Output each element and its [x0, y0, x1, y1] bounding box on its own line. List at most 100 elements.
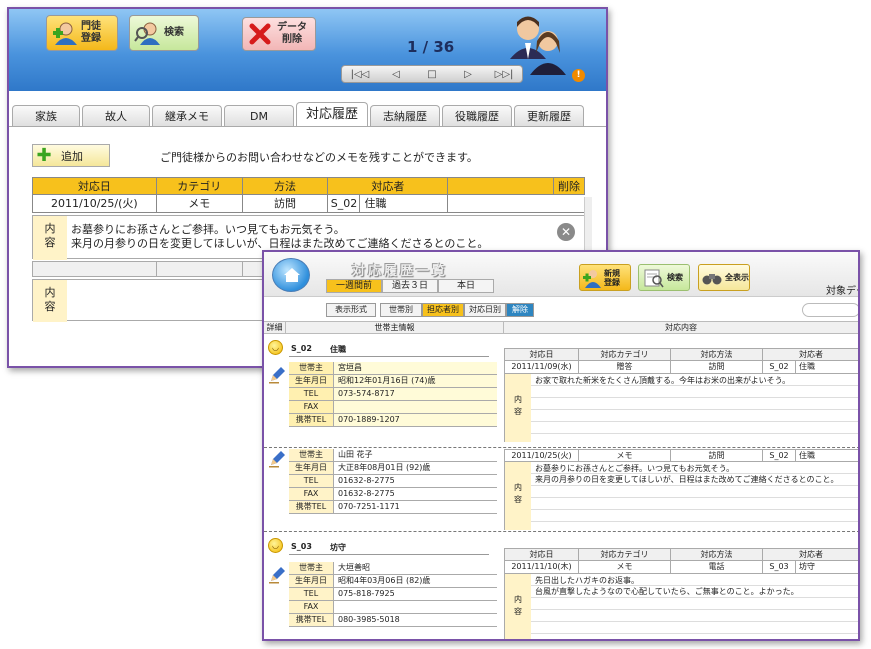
cell-date[interactable]: 2011/10/25/(火) — [33, 195, 157, 212]
staff-code: S_03 — [291, 542, 312, 551]
stop-button[interactable]: □ — [417, 69, 447, 80]
info-label: 生年月日 — [289, 375, 334, 387]
birth-date: 昭和12年01月16日 (74)歳 — [338, 376, 436, 385]
next-record-button[interactable]: ▷ — [453, 69, 483, 80]
col-detail: 詳細 — [264, 322, 286, 333]
table-row[interactable]: 2011/10/25/(火) メモ 訪問 S_02 住職 — [32, 195, 585, 213]
search-button[interactable]: 検索 — [638, 264, 690, 291]
content-line: 来月の月参りの日を変更してほしいが、日程はまた改めてご連絡くださるとのこと。 — [71, 237, 489, 250]
range-today[interactable]: 本日 — [438, 279, 494, 293]
search-list-icon — [644, 269, 664, 287]
clear-filter-button[interactable]: 解除 — [506, 303, 534, 317]
delete-x-icon — [249, 23, 271, 45]
staff-code: S_02 — [291, 344, 312, 353]
add-button-label: 追加 — [61, 149, 83, 163]
response-record[interactable]: 対応日 対応カテゴリ 対応方法 対応者 2011/11/10(木) メモ 電話 … — [504, 548, 858, 639]
filter-by-date[interactable]: 対応日別 — [464, 303, 506, 317]
info-label: 世帯主 — [289, 562, 334, 574]
warning-icon[interactable]: ! — [572, 69, 585, 82]
filter-by-household[interactable]: 世帯別 — [380, 303, 422, 317]
filter-by-staff[interactable]: 担応者別 — [422, 303, 464, 317]
divider — [289, 356, 489, 357]
household-info[interactable]: 世帯主 山田 花子 生年月日 大正8年08月01日 (92)歳 TEL 01632-8… — [289, 449, 497, 514]
tab-inheritance-memo[interactable]: 継承メモ — [152, 105, 222, 127]
content-label: 内 容 — [505, 374, 531, 442]
cell-staff[interactable]: S_02 住職 — [328, 195, 449, 212]
household-name: 大垣善昭 — [338, 563, 370, 572]
add-button[interactable]: ✚ 追加 — [32, 144, 110, 167]
household-info[interactable]: 世帯主 宮垣昌 生年月日 昭和12年01月16日 (74)歳 TEL 073-574-… — [289, 362, 497, 427]
col-method: 方法 — [243, 178, 329, 194]
add-person-icon — [53, 22, 77, 45]
new-register-label: 新規 登録 — [604, 268, 620, 287]
content-label-char-1: 内 — [514, 483, 522, 492]
response-record[interactable]: 対応日 対応カテゴリ 対応方法 対応者 2011/11/09(水) 贈答 訪問 … — [504, 348, 858, 442]
show-all-label: 全表示 — [725, 273, 749, 282]
content-label-char-2: 容 — [514, 495, 522, 504]
tab-donation-history[interactable]: 志納履歴 — [370, 105, 440, 127]
tab-response-history[interactable]: 対応履歴 — [296, 102, 368, 127]
window-header: 対応履歴一覧 一週間前 過去３日 本日 新規 登録 検索 全表示 対象デ — [264, 252, 858, 297]
resp-category: メモ — [579, 561, 671, 573]
content-label: 内 容 — [33, 280, 67, 322]
member-register-button[interactable]: 門徒 登録 — [46, 15, 118, 51]
new-register-button[interactable]: 新規 登録 — [579, 264, 631, 291]
response-content[interactable]: 内 容 先日出したハガキのお返事。 台風が直撃したようなので心配していたら、ご無… — [504, 574, 858, 639]
home-icon[interactable] — [272, 258, 310, 292]
tab-dm[interactable]: DM — [224, 105, 294, 127]
close-icon[interactable]: ✕ — [557, 223, 575, 241]
content-line: お家で取れた新米をたくさん頂戴する。今年はお米の出来がよいそう。 — [535, 376, 791, 385]
content-label-char-2: 容 — [514, 607, 522, 616]
record-navigator: |◁◁ ◁ □ ▷ ▷▷| — [341, 65, 523, 83]
response-content[interactable]: 内 容 お墓参りにお孫さんとご参拝。いつ見てもお元気そう。 来月の月参りの日を変… — [504, 462, 858, 530]
edit-pencil-icon[interactable] — [268, 450, 286, 468]
edit-pencil-icon[interactable] — [268, 366, 286, 384]
staff-role: 住職 — [330, 345, 346, 354]
content-label: 内 容 — [505, 462, 531, 530]
col-blank — [448, 178, 555, 194]
search-input[interactable] — [802, 303, 858, 317]
household-info[interactable]: 世帯主 大垣善昭 生年月日 昭和4年03月06日 (82)歳 TEL 075-818-… — [289, 562, 497, 627]
content-label-char-1: 内 — [44, 222, 56, 235]
resp-staff-role: 坊守 — [799, 562, 815, 571]
fax — [334, 401, 497, 413]
tab-description: ご門徒様からのお問い合わせなどのメモを残すことができます。 — [160, 151, 478, 164]
staff-code: S_02 — [328, 195, 361, 212]
first-record-button[interactable]: |◁◁ — [345, 69, 375, 80]
response-row[interactable]: 2011/11/09(水) 贈答 訪問 S_02 住職 — [504, 361, 858, 374]
plus-icon: ✚ — [36, 145, 52, 166]
tab-family[interactable]: 家族 — [12, 105, 80, 127]
delete-data-button[interactable]: データ 削除 — [242, 17, 316, 51]
resp-col-category: 対応カテゴリ — [579, 349, 671, 360]
info-label: 世帯主 — [289, 362, 334, 374]
search-button[interactable]: 検索 — [129, 15, 199, 51]
show-all-button[interactable]: 全表示 — [698, 264, 750, 291]
col-response: 対応内容 — [665, 323, 697, 332]
tab-deceased[interactable]: 故人 — [82, 105, 150, 127]
range-one-week[interactable]: 一週間前 — [326, 279, 382, 293]
fax: 01632-8-2775 — [338, 489, 395, 498]
staff-role: 住職 — [364, 197, 387, 210]
content-text[interactable]: お墓参りにお孫さんとご参拝。いつ見てもお元気そう。 来月の月参りの日を変更してほ… — [71, 223, 488, 251]
resp-col-staff: 対応者 — [799, 350, 823, 359]
tab-update-history[interactable]: 更新履歴 — [514, 105, 584, 127]
delete-data-label: データ 削除 — [277, 22, 307, 45]
cell-method[interactable]: 訪問 — [243, 195, 329, 212]
response-row[interactable]: 2011/11/10(木) メモ 電話 S_03 坊守 — [504, 561, 858, 574]
resp-category: メモ — [579, 450, 671, 461]
response-row[interactable]: 2011/10/25(火) メモ 訪問 S_02 住職 — [504, 449, 858, 462]
prev-record-button[interactable]: ◁ — [381, 69, 411, 80]
display-format-label: 表示形式 — [326, 303, 376, 317]
divider — [289, 554, 489, 555]
range-three-days[interactable]: 過去３日 — [382, 279, 438, 293]
edit-pencil-icon[interactable] — [268, 566, 286, 584]
response-record[interactable]: 2011/10/25(火) メモ 訪問 S_02 住職 内 容 お墓参りにお孫さ… — [504, 449, 858, 530]
resp-col-date: 対応日 — [505, 349, 579, 360]
content-label-char-1: 内 — [44, 286, 56, 299]
content-line: 台風が直撃したようなので心配していたら、ご無事とのこと。よかった。 — [535, 587, 799, 596]
cell-category[interactable]: メモ — [157, 195, 243, 212]
tab-role-history[interactable]: 役職履歴 — [442, 105, 512, 127]
content-label-char-2: 容 — [44, 300, 56, 313]
response-content[interactable]: 内 容 お家で取れた新米をたくさん頂戴する。今年はお米の出来がよいそう。 — [504, 374, 858, 442]
add-person-icon — [583, 269, 601, 288]
